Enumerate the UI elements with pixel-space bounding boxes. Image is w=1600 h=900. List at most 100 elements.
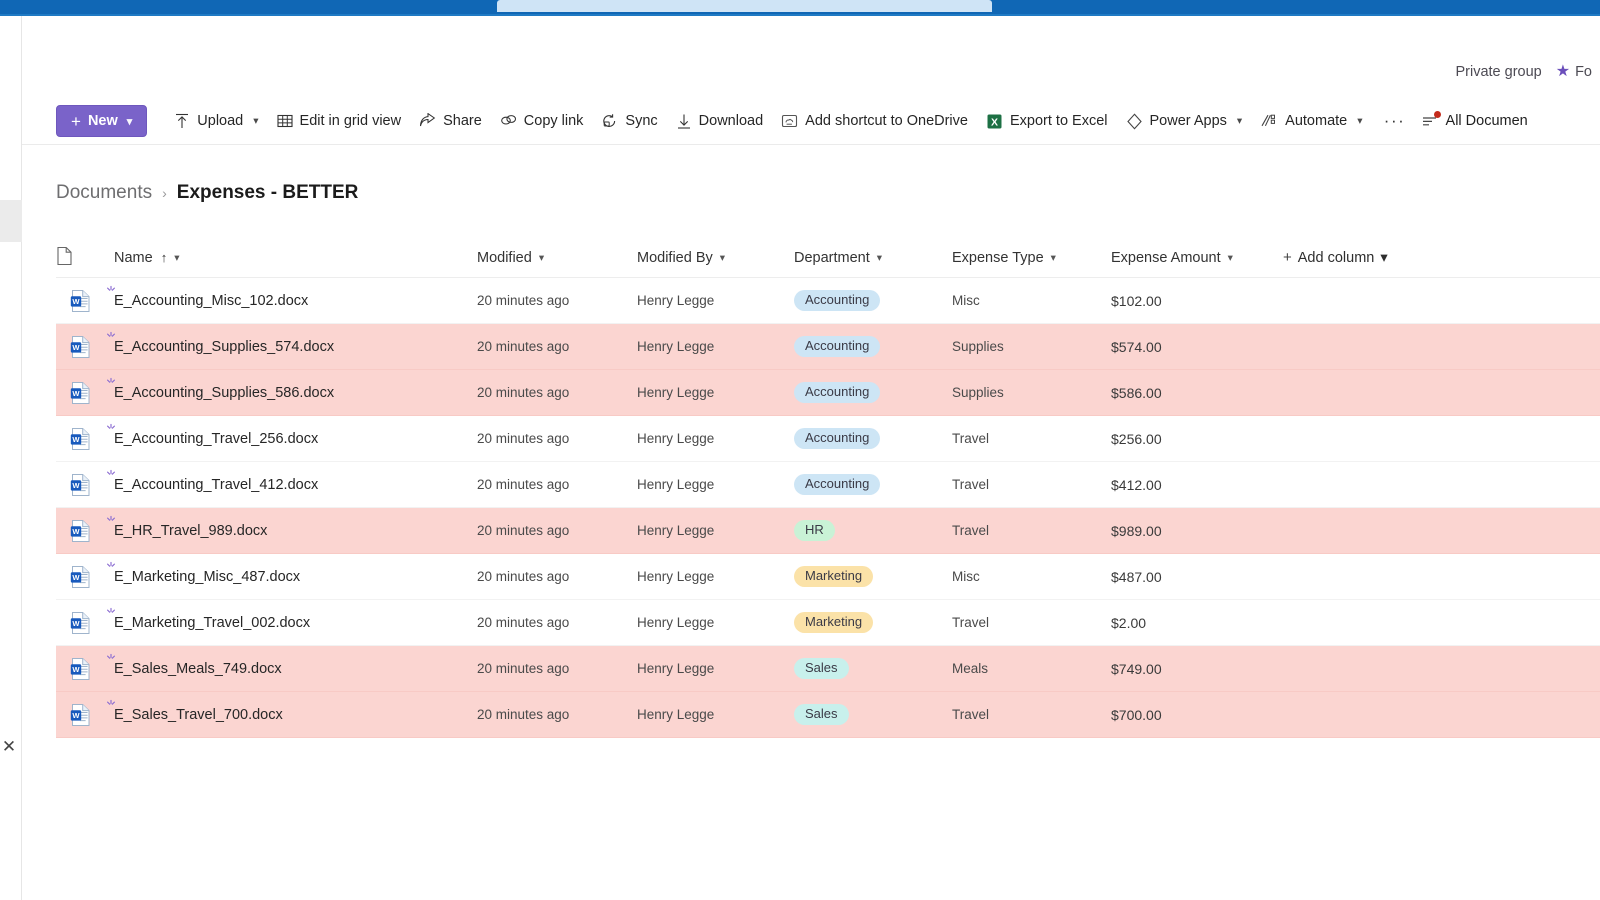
- file-name-label: E_Marketing_Travel_002.docx: [114, 614, 311, 631]
- expense-type-cell: Travel: [952, 615, 990, 630]
- table-row[interactable]: W E_Sales_Travel_700.docx 20 minutes ago H…: [56, 692, 1600, 738]
- modified-by-cell: Henry Legge: [637, 661, 715, 676]
- column-header-name[interactable]: Name ↑ ▾: [114, 250, 477, 266]
- svg-text:W: W: [72, 527, 80, 536]
- copy-link-button[interactable]: Copy link: [491, 103, 593, 139]
- table-row[interactable]: W E_Sales_Meals_749.docx 20 minutes ago He…: [56, 646, 1600, 692]
- new-item-sparkle-icon: [105, 330, 117, 342]
- modified-by-cell: Henry Legge: [637, 431, 715, 446]
- breadcrumb-separator-icon: ›: [162, 185, 167, 201]
- table-row[interactable]: W E_Accounting_Travel_412.docx 20 minutes…: [56, 462, 1600, 508]
- column-header-modified[interactable]: Modified ▾: [477, 250, 637, 266]
- modified-by-cell: Henry Legge: [637, 339, 715, 354]
- table-row[interactable]: W E_Accounting_Supplies_586.docx 20 minut…: [56, 370, 1600, 416]
- expense-type-cell: Travel: [952, 431, 990, 446]
- automate-label: Automate: [1285, 113, 1348, 129]
- new-item-sparkle-icon: [105, 514, 117, 526]
- breadcrumb-current-folder: Expenses - BETTER: [176, 182, 359, 203]
- department-pill: Accounting: [794, 335, 881, 358]
- expense-amount-cell: $586.00: [1111, 384, 1162, 401]
- download-button[interactable]: Download: [667, 103, 773, 139]
- column-header-expense-type-label: Expense Type: [952, 249, 1044, 266]
- rail-active-item[interactable]: [0, 200, 22, 242]
- file-name-link[interactable]: E_Accounting_Supplies_574.docx: [107, 331, 477, 355]
- chevron-down-icon: ▾: [1380, 249, 1388, 266]
- suite-search-box[interactable]: [497, 0, 992, 12]
- close-icon[interactable]: ✕: [0, 736, 18, 758]
- department-cell: Sales: [794, 657, 952, 680]
- svg-text:W: W: [72, 389, 80, 398]
- share-button[interactable]: Share: [410, 103, 491, 139]
- add-shortcut-to-onedrive-button[interactable]: Add shortcut to OneDrive: [772, 103, 977, 139]
- modified-by-cell: Henry Legge: [637, 523, 715, 538]
- chevron-down-icon: ▾: [174, 251, 180, 264]
- table-row[interactable]: W E_Accounting_Supplies_574.docx 20 minut…: [56, 324, 1600, 370]
- column-header-expense-type[interactable]: Expense Type ▾: [952, 250, 1111, 266]
- file-name-link[interactable]: E_Sales_Travel_700.docx: [107, 699, 477, 723]
- view-list-icon: [1422, 111, 1441, 128]
- table-row[interactable]: W E_HR_Travel_989.docx 20 minutes ago Henr…: [56, 508, 1600, 554]
- table-row[interactable]: W E_Marketing_Travel_002.docx 20 minutes …: [56, 600, 1600, 646]
- modified-cell: 20 minutes ago: [477, 477, 570, 492]
- department-pill: Accounting: [794, 289, 881, 312]
- edit-in-grid-view-button[interactable]: Edit in grid view: [268, 103, 411, 139]
- follow-button[interactable]: ★ Fo: [1555, 63, 1592, 81]
- column-header-row: Name ↑ ▾ Modified ▾ Modified By ▾ Depart…: [56, 238, 1600, 278]
- share-icon: [419, 113, 436, 129]
- department-pill: Marketing: [794, 611, 874, 634]
- new-button[interactable]: + New ▾: [56, 105, 148, 137]
- expense-amount-cell: $487.00: [1111, 568, 1162, 585]
- modified-cell: 20 minutes ago: [477, 339, 570, 354]
- table-row[interactable]: W E_Accounting_Travel_256.docx 20 minutes…: [56, 416, 1600, 462]
- file-name-link[interactable]: E_Sales_Meals_749.docx: [107, 653, 477, 677]
- view-switcher-button[interactable]: All Documen: [1418, 103, 1532, 139]
- automate-button[interactable]: Automate ▾: [1251, 103, 1371, 139]
- export-to-excel-label: Export to Excel: [1009, 113, 1108, 129]
- department-pill: Sales: [794, 657, 849, 680]
- modified-cell: 20 minutes ago: [477, 707, 570, 722]
- export-to-excel-button[interactable]: X Export to Excel: [977, 103, 1117, 139]
- expense-amount-cell: $749.00: [1111, 660, 1162, 677]
- expense-amount-cell: $412.00: [1111, 476, 1162, 493]
- word-document-icon: W: [70, 381, 92, 405]
- department-cell: Accounting: [794, 289, 952, 312]
- chevron-down-icon: ▾: [1236, 115, 1243, 127]
- suite-top-bar: [0, 0, 1600, 14]
- modified-cell: 20 minutes ago: [477, 523, 570, 538]
- file-name-link[interactable]: E_Marketing_Misc_487.docx: [107, 561, 477, 585]
- sync-button[interactable]: Sync: [592, 103, 666, 139]
- table-row[interactable]: W E_Accounting_Misc_102.docx 20 minutes a…: [56, 278, 1600, 324]
- column-header-expense-amount[interactable]: Expense Amount ▾: [1111, 250, 1283, 266]
- power-apps-button[interactable]: Power Apps ▾: [1117, 103, 1252, 139]
- file-name-link[interactable]: E_HR_Travel_989.docx: [107, 515, 477, 539]
- svg-text:W: W: [72, 297, 80, 306]
- word-document-icon: W: [70, 657, 92, 681]
- modified-cell: 20 minutes ago: [477, 615, 570, 630]
- more-commands-button[interactable]: ···: [1380, 104, 1410, 138]
- file-name-link[interactable]: E_Accounting_Supplies_586.docx: [107, 377, 477, 401]
- download-label: Download: [698, 113, 764, 129]
- add-column-button[interactable]: + Add column ▾: [1283, 249, 1600, 266]
- sync-label: Sync: [625, 113, 658, 129]
- file-name-link[interactable]: E_Accounting_Travel_412.docx: [107, 469, 477, 493]
- word-document-icon: W: [70, 703, 92, 727]
- file-name-link[interactable]: E_Marketing_Travel_002.docx: [107, 607, 477, 631]
- sort-ascending-icon: ↑: [160, 250, 168, 265]
- modified-by-cell: Henry Legge: [637, 569, 715, 584]
- expense-type-cell: Misc: [952, 293, 980, 308]
- file-name-label: E_Accounting_Supplies_586.docx: [114, 384, 335, 401]
- chevron-down-icon: ▾: [1357, 115, 1363, 127]
- column-header-modified-label: Modified: [477, 249, 532, 266]
- upload-button[interactable]: Upload ▾: [165, 103, 267, 139]
- table-row[interactable]: W E_Marketing_Misc_487.docx 20 minutes ag…: [56, 554, 1600, 600]
- breadcrumb-root[interactable]: Documents: [56, 182, 152, 204]
- column-header-modified-by[interactable]: Modified By ▾: [637, 250, 794, 266]
- star-icon: ★: [1555, 63, 1571, 80]
- column-header-filetype[interactable]: [56, 246, 114, 270]
- column-header-department[interactable]: Department ▾: [794, 250, 952, 266]
- file-name-link[interactable]: E_Accounting_Misc_102.docx: [107, 285, 477, 309]
- file-name-link[interactable]: E_Accounting_Travel_256.docx: [107, 423, 477, 447]
- department-cell: Accounting: [794, 335, 952, 358]
- document-rows: W E_Accounting_Misc_102.docx 20 minutes a…: [56, 278, 1600, 738]
- department-pill: Marketing: [794, 565, 874, 588]
